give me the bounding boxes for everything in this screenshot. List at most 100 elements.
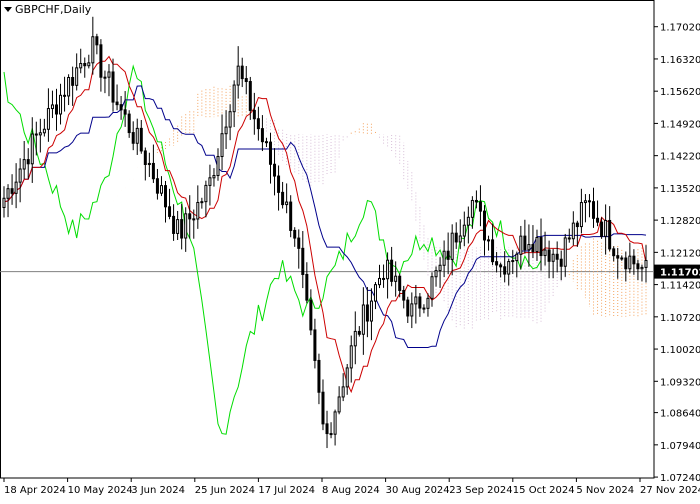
candle-body: [188, 213, 192, 220]
chart-svg: 1.17020 1.16320 1.15620 1.14920 1.14220 1.135…: [0, 0, 700, 496]
candle-body: [382, 277, 386, 280]
candle-body: [2, 197, 6, 208]
candle-body: [450, 232, 454, 260]
y-tick-label: 1.16320: [660, 55, 700, 66]
candle-body: [131, 132, 135, 144]
candle-body: [410, 303, 414, 317]
chart-header[interactable]: GBPCHF,Daily: [4, 3, 91, 16]
candle-body: [337, 396, 341, 413]
candle-body: [260, 128, 264, 143]
candle-body: [135, 127, 139, 144]
candle-body: [325, 423, 329, 435]
candle-body: [636, 263, 640, 270]
y-tick-label: 1.12120: [660, 248, 700, 259]
candle-body: [14, 181, 18, 194]
candle-body: [519, 235, 523, 255]
candle-body: [252, 109, 256, 120]
candle-body: [357, 330, 361, 335]
y-tick-label: 1.14220: [660, 152, 700, 163]
candle-body: [438, 264, 442, 272]
candle-body: [71, 77, 75, 86]
candle-body: [63, 94, 67, 97]
candle-body: [103, 76, 107, 79]
candle-body: [143, 150, 147, 165]
candle-body: [59, 94, 63, 115]
candle-body: [402, 289, 406, 301]
candle-body: [390, 259, 394, 282]
candle-body: [596, 217, 600, 223]
y-tick-label: 1.10020: [660, 345, 700, 356]
candle-body: [281, 191, 285, 206]
candle-body: [394, 275, 398, 282]
candle-body: [527, 244, 531, 251]
y-tick-label: 1.12820: [660, 216, 700, 227]
candle-body: [273, 163, 277, 177]
candle-body: [592, 201, 596, 219]
candle-body: [414, 296, 418, 305]
candle-body: [204, 184, 208, 203]
dropdown-arrow-icon[interactable]: [4, 7, 12, 12]
candle-body: [345, 367, 349, 388]
candle-body: [495, 261, 499, 266]
y-tick-label: 1.07240: [660, 473, 700, 484]
y-tick-label: 1.07940: [660, 441, 700, 452]
y-tick-label: 1.17020: [660, 23, 700, 34]
candle-body: [329, 433, 333, 436]
candle-body: [349, 345, 353, 369]
candle-body: [75, 67, 79, 86]
candle-body: [523, 235, 527, 251]
candle-body: [123, 109, 127, 115]
candle-body: [240, 65, 244, 80]
candle-body: [151, 162, 155, 180]
candle-body: [462, 224, 466, 237]
candle-body: [474, 199, 478, 203]
candle-body: [87, 62, 91, 67]
candle-body: [369, 300, 373, 322]
candle-body: [365, 304, 369, 322]
candle-body: [168, 206, 172, 217]
candle-body: [579, 202, 583, 228]
candle-body: [547, 249, 551, 262]
candle-body: [628, 255, 632, 270]
candle-body: [515, 253, 519, 262]
candle-body: [341, 386, 345, 398]
candle-body: [503, 266, 507, 275]
candle-body: [373, 284, 377, 302]
y-tick-label: 1.15620: [660, 87, 700, 98]
candle-body: [256, 118, 260, 130]
candle-body: [42, 128, 46, 134]
candle-body: [34, 133, 38, 136]
chart-area[interactable]: 1.17020 1.16320 1.15620 1.14920 1.14220 1.135…: [0, 0, 700, 500]
candle-body: [180, 219, 184, 239]
candle-body: [228, 111, 232, 128]
candle-body: [301, 247, 305, 275]
candle-body: [418, 296, 422, 309]
y-axis: 1.17020 1.16320 1.15620 1.14920 1.14220 1.135…: [654, 23, 700, 484]
candle-body: [454, 232, 458, 243]
x-tick-label: 8 Aug 2024: [322, 485, 380, 496]
candle-body: [164, 185, 168, 208]
candle-body: [224, 126, 228, 135]
x-tick-label: 5 Nov 2024: [576, 485, 634, 496]
y-tick-label: 1.10720: [660, 313, 700, 324]
candle-body: [491, 239, 495, 263]
candle-body: [531, 244, 535, 253]
candle-body: [511, 260, 515, 263]
candle-body: [507, 261, 511, 275]
candle-body: [406, 299, 410, 317]
candle-body: [426, 297, 430, 309]
candle-body: [563, 237, 567, 267]
candle-body: [232, 84, 236, 113]
candle-body: [466, 216, 470, 226]
x-tick-label: 17 Jul 2024: [258, 485, 315, 496]
candle-body: [285, 201, 289, 206]
candle-body: [26, 159, 30, 165]
candle-body: [616, 255, 620, 259]
candle-body: [620, 257, 624, 260]
x-tick-label: 30 Aug 2024: [386, 485, 450, 496]
candle-body: [478, 201, 482, 212]
candle-body: [567, 237, 571, 240]
candle-body: [458, 235, 462, 243]
candle-body: [539, 237, 543, 257]
candle-body: [139, 127, 143, 152]
